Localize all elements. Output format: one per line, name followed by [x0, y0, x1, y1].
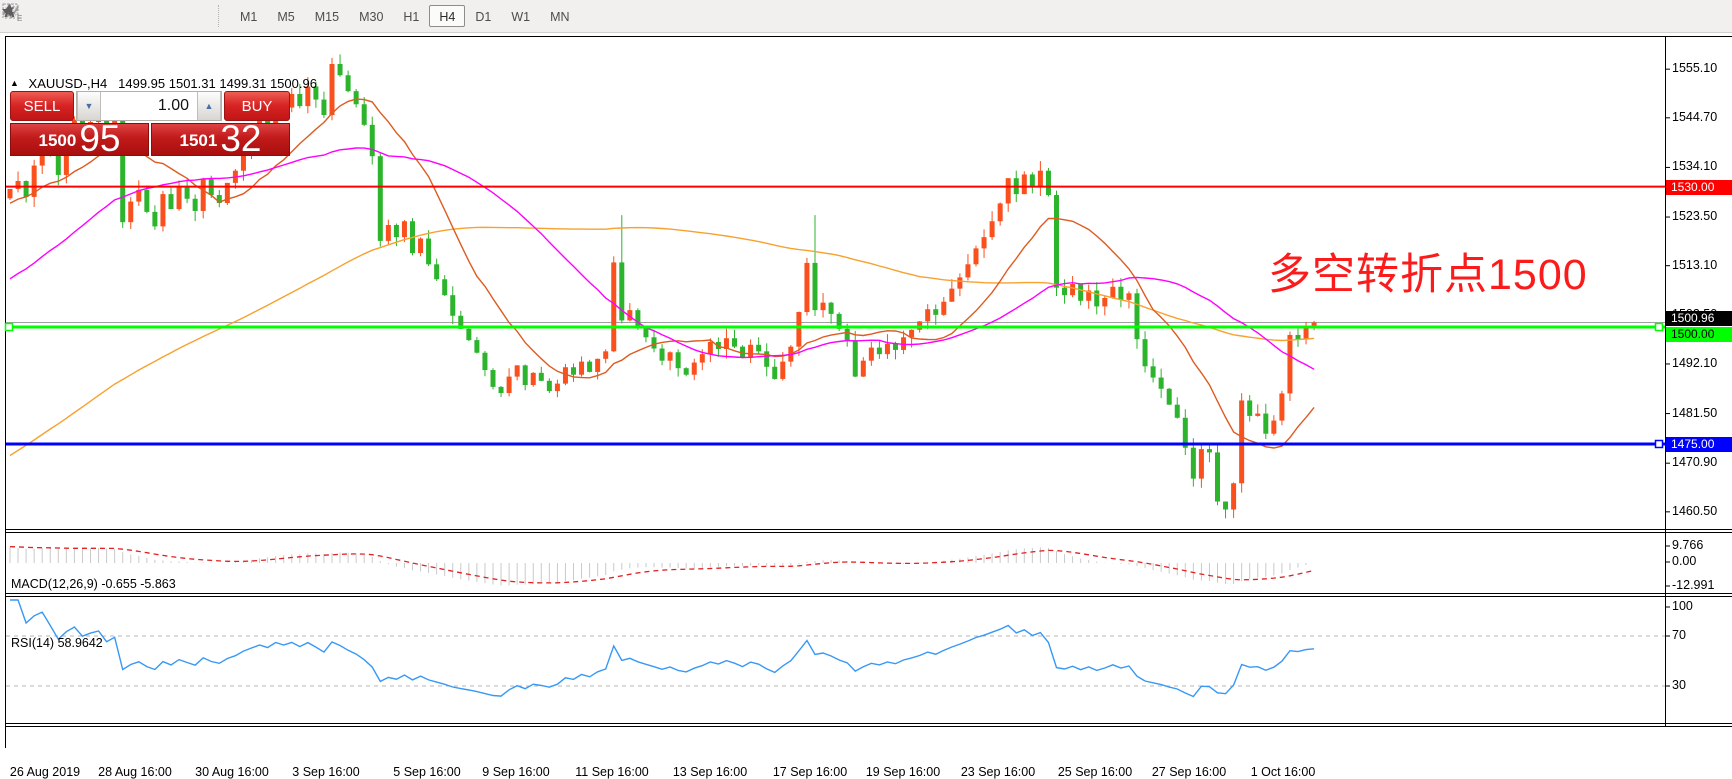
- date-tick-label: 25 Sep 16:00: [1057, 765, 1133, 779]
- chart-text-annotation[interactable]: 多空转折点1500: [1268, 240, 1588, 302]
- timeframe-button-d1[interactable]: D1: [465, 5, 501, 27]
- date-tick-label: 17 Sep 16:00: [772, 765, 848, 779]
- bid-price-box[interactable]: 1500 95: [10, 118, 149, 159]
- top-toolbar: EFAT M1M5M15M30H1H4D1W1MN: [0, 0, 1732, 33]
- bid-price-major: 1500: [38, 131, 77, 150]
- buy-button[interactable]: BUY: [224, 91, 290, 121]
- price-tick-label: 1523.50: [1672, 209, 1718, 224]
- volume-increase-button[interactable]: ▲: [197, 92, 221, 120]
- volume-decrease-button[interactable]: ▼: [77, 92, 101, 120]
- price-tick-label: 1481.50: [1672, 405, 1718, 420]
- toolbar-icon-group: EFAT: [2, 2, 212, 31]
- date-tick-label: 5 Sep 16:00: [393, 765, 461, 779]
- price-tick-label: 1534.10: [1672, 159, 1718, 174]
- price-tick-label: 1544.70: [1672, 109, 1718, 124]
- grid-f-icon[interactable]: F: [2, 2, 72, 26]
- cycle-arrows-icon[interactable]: [6, 2, 174, 26]
- ask-price-major: 1501: [179, 131, 218, 150]
- rsi-axis-label: 100: [1672, 599, 1693, 613]
- date-tick-label: 1 Oct 16:00: [1250, 765, 1316, 779]
- date-tick-label: 3 Sep 16:00: [292, 765, 360, 779]
- price-badge: 1500.00: [1666, 326, 1732, 342]
- date-tick-label: 13 Sep 16:00: [672, 765, 748, 779]
- price-badge: 1475.00: [1666, 436, 1732, 452]
- one-click-trading-panel: SELL ▼ ▲ BUY 1500 95 1501 32: [10, 91, 290, 159]
- timeframe-button-w1[interactable]: W1: [501, 5, 540, 27]
- volume-input[interactable]: [101, 92, 197, 120]
- bid-price-pips: 95: [79, 118, 121, 159]
- collapse-triangle-icon[interactable]: ▲: [10, 78, 19, 88]
- ask-price-pips: 32: [220, 118, 262, 159]
- macd-axis-label: 0.00: [1672, 554, 1697, 568]
- chart-title: ▲ XAUUSD-,H4 1499.95 1501.31 1499.31 150…: [10, 76, 317, 91]
- font-a-icon[interactable]: A: [4, 2, 106, 26]
- date-tick-label: 11 Sep 16:00: [575, 765, 649, 779]
- price-tick-label: 1492.10: [1672, 355, 1718, 370]
- price-tick-label: 1470.90: [1672, 455, 1718, 470]
- chart-window: ▲ XAUUSD-,H4 1499.95 1501.31 1499.31 150…: [0, 36, 1732, 779]
- text-label-icon[interactable]: T: [2, 2, 140, 26]
- symbol-label: XAUUSD-,H4: [28, 76, 108, 91]
- price-tick-label: 1513.10: [1672, 257, 1718, 272]
- macd-values: -0.655 -5.863: [101, 577, 176, 591]
- date-tick-label: 27 Sep 16:00: [1151, 765, 1227, 779]
- price-tick-label: 1555.10: [1672, 61, 1718, 76]
- rsi-indicator-label: RSI(14) 58.9642: [11, 636, 103, 650]
- date-tick-label: 9 Sep 16:00: [482, 765, 550, 779]
- date-tick-label: 30 Aug 16:00: [195, 765, 269, 779]
- rsi-axis-label: 70: [1672, 628, 1686, 642]
- toolbar-separator: [218, 5, 220, 27]
- macd-indicator-label: MACD(12,26,9) -0.655 -5.863: [11, 577, 176, 591]
- timeframe-button-m15[interactable]: M15: [305, 5, 349, 27]
- date-tick-label: 26 Aug 2019: [9, 765, 81, 779]
- timeframe-button-h4[interactable]: H4: [429, 5, 466, 27]
- timeframe-button-group: M1 M5 M15 M30 H1 H4 D1 W1 MN: [230, 5, 580, 27]
- timeframe-button-m1[interactable]: M1: [230, 5, 267, 27]
- dropdown-caret-icon[interactable]: [2, 2, 208, 26]
- date-tick-label: 28 Aug 16:00: [98, 765, 172, 779]
- macd-axis-label: -12.991: [1672, 578, 1715, 592]
- timeframe-button-m30[interactable]: M30: [349, 5, 393, 27]
- timeframe-button-mn[interactable]: MN: [540, 5, 579, 27]
- date-tick-label: 19 Sep 16:00: [865, 765, 941, 779]
- price-badge: 1530.00: [1666, 179, 1732, 195]
- price-tick-label: 1460.50: [1672, 503, 1718, 518]
- macd-axis-label: 9.766: [1672, 538, 1704, 552]
- date-tick-label: 23 Sep 16:00: [960, 765, 1036, 779]
- volume-stepper: ▼ ▲: [76, 91, 222, 121]
- timeframe-button-m5[interactable]: M5: [267, 5, 304, 27]
- timeframe-button-h1[interactable]: H1: [393, 5, 429, 27]
- rsi-value: 58.9642: [57, 636, 103, 650]
- ohlc-readout: 1499.95 1501.31 1499.31 1500.96: [118, 76, 317, 91]
- sell-button[interactable]: SELL: [10, 91, 74, 121]
- price-badge: 1500.96: [1666, 310, 1732, 326]
- ask-price-box[interactable]: 1501 32: [151, 118, 290, 159]
- rsi-axis-label: 30: [1672, 678, 1686, 692]
